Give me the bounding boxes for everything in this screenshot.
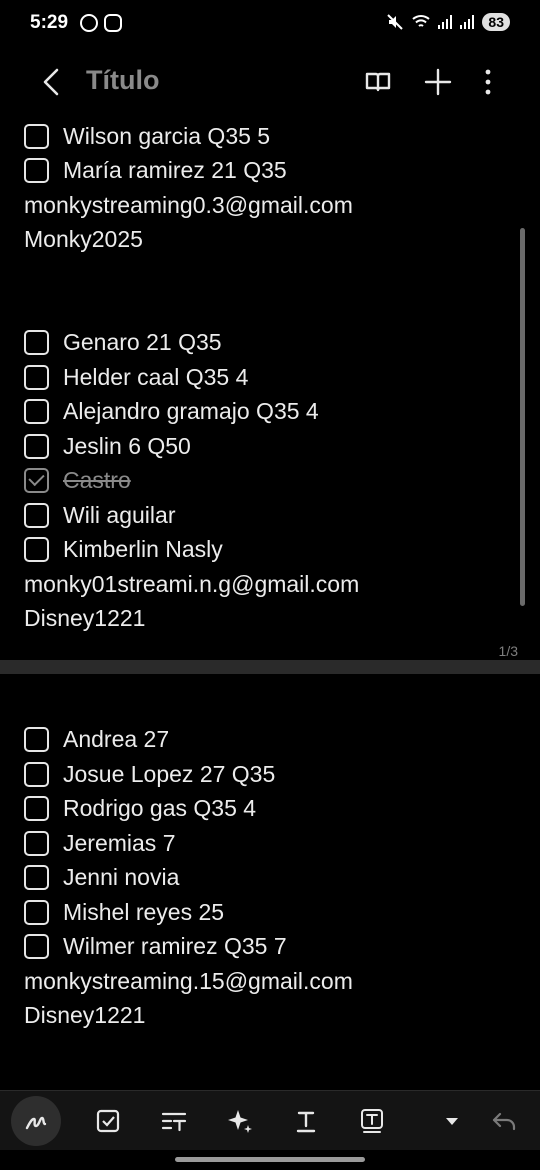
more-tools-button[interactable] <box>432 1101 472 1141</box>
home-indicator[interactable] <box>175 1157 365 1162</box>
checkbox[interactable] <box>24 830 49 856</box>
page-indicator: 1/3 <box>498 643 518 659</box>
underline-text-icon <box>296 1111 316 1133</box>
checklist-item[interactable]: Helder caal Q35 4 <box>24 360 248 394</box>
text-line[interactable]: monkystreaming.15@gmail.com <box>24 964 353 998</box>
checklist-item[interactable]: Kimberlin Nasly <box>24 532 223 566</box>
checklist-item[interactable]: Andrea 27 <box>24 722 169 756</box>
page-divider <box>0 660 540 674</box>
status-time: 5:29 <box>30 12 69 33</box>
checkbox[interactable] <box>24 761 49 787</box>
battery-badge: 83 <box>482 13 510 31</box>
book-view-icon[interactable] <box>362 66 394 98</box>
text-format-icon <box>161 1112 187 1132</box>
checklist-item[interactable]: Wili aguilar <box>24 498 175 532</box>
whatsapp-icon <box>80 14 98 32</box>
checkbox[interactable] <box>24 795 49 821</box>
checkbox[interactable] <box>24 329 49 355</box>
text-line[interactable]: Disney1221 <box>24 601 145 635</box>
checklist-item[interactable]: Jeremias 7 <box>24 826 175 860</box>
status-bar: 5:29 83 <box>0 0 540 50</box>
more-options-icon[interactable] <box>472 66 504 98</box>
text-line[interactable]: Disney1221 <box>24 998 145 1032</box>
checkbox[interactable] <box>24 123 49 149</box>
checklist-item[interactable]: Jenni novia <box>24 860 179 894</box>
back-arrow-icon[interactable] <box>40 67 62 97</box>
checkbox[interactable] <box>24 502 49 528</box>
checkbox[interactable] <box>24 899 49 925</box>
text-box-icon <box>361 1109 383 1133</box>
checklist-item[interactable]: María ramirez 21 Q35 <box>24 153 287 187</box>
text-line[interactable]: monkystreaming0.3@gmail.com <box>24 188 353 222</box>
bottom-toolbar <box>0 1090 540 1150</box>
undo-button[interactable] <box>484 1101 524 1141</box>
checkbox[interactable] <box>24 726 49 752</box>
checkbox[interactable] <box>24 933 49 959</box>
checklist-item[interactable]: Mishel reyes 25 <box>24 895 224 929</box>
ai-assist-button[interactable] <box>220 1101 260 1141</box>
checkbox-icon <box>96 1109 120 1133</box>
checklist-item[interactable]: Wilmer ramirez Q35 7 <box>24 929 287 963</box>
add-icon[interactable] <box>422 66 454 98</box>
note-title[interactable]: Título <box>86 65 159 96</box>
checklist-item[interactable]: Rodrigo gas Q35 4 <box>24 791 256 825</box>
checkbox[interactable] <box>24 433 49 459</box>
dropdown-arrow-icon <box>446 1118 458 1125</box>
text-line[interactable]: Monky2025 <box>24 222 143 256</box>
notification-app-icon <box>104 14 122 32</box>
text-format-button[interactable] <box>154 1101 194 1141</box>
status-indicators: 83 <box>386 13 510 31</box>
pen-button[interactable] <box>11 1096 61 1146</box>
app-header: Título <box>0 52 540 112</box>
signal-icon <box>438 15 453 29</box>
scrollbar[interactable] <box>520 228 525 606</box>
checkbox[interactable] <box>24 157 49 183</box>
mute-icon <box>387 14 404 30</box>
sparkle-icon <box>228 1110 252 1133</box>
pen-icon <box>25 1116 47 1130</box>
checklist-item[interactable]: Jeslin 6 Q50 <box>24 429 191 463</box>
checkbox[interactable] <box>24 398 49 424</box>
checklist-item-checked[interactable]: Castro <box>24 463 131 497</box>
wifi-icon <box>412 15 431 27</box>
text-box-button[interactable] <box>352 1101 392 1141</box>
checklist-item[interactable]: Wilson garcia Q35 5 <box>24 120 270 153</box>
checkbox-button[interactable] <box>88 1101 128 1141</box>
checklist-item[interactable]: Alejandro gramajo Q35 4 <box>24 394 319 428</box>
checkbox[interactable] <box>24 364 49 390</box>
text-style-button[interactable] <box>286 1101 326 1141</box>
note-content[interactable]: Wilson garcia Q35 5 María ramirez 21 Q35… <box>0 120 540 1090</box>
checkbox[interactable] <box>24 864 49 890</box>
text-line[interactable]: monky01streami.n.g@gmail.com <box>24 567 359 601</box>
checklist-item[interactable]: Josue Lopez 27 Q35 <box>24 757 275 791</box>
signal-icon-2 <box>460 15 475 29</box>
checkbox[interactable] <box>24 536 49 562</box>
undo-icon <box>492 1112 516 1131</box>
checkbox-checked[interactable] <box>24 467 49 493</box>
checklist-item[interactable]: Genaro 21 Q35 <box>24 325 222 359</box>
